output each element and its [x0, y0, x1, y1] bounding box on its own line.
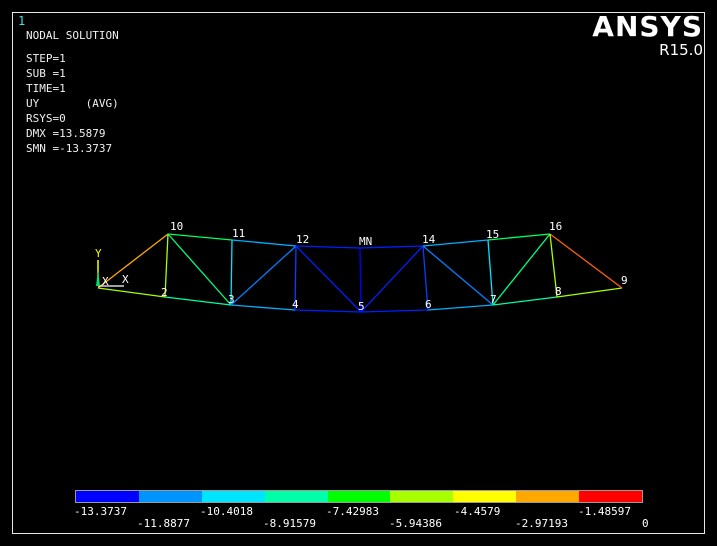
element-line	[360, 245, 424, 313]
node-label: 4	[292, 298, 299, 311]
node-label: 3	[228, 293, 235, 306]
legend-color-band	[264, 491, 328, 502]
element-line	[492, 233, 551, 306]
element-line	[164, 296, 232, 306]
node-label: 16	[549, 220, 563, 233]
legend-value: -13.3737	[74, 505, 127, 518]
element-line	[549, 233, 623, 289]
triad-z-marker	[96, 270, 100, 286]
element-line	[295, 245, 362, 313]
legend-value: -11.8877	[137, 517, 190, 530]
legend-color-band	[579, 491, 643, 502]
node-label: 11	[232, 227, 246, 240]
legend-color-band	[390, 491, 454, 502]
legend-value: -2.97193	[515, 517, 568, 530]
element-line	[294, 309, 362, 313]
element-line	[97, 287, 166, 298]
element-line	[167, 233, 233, 241]
legend-value: -8.91579	[263, 517, 316, 530]
legend-value: -10.4018	[200, 505, 253, 518]
node-label: 15	[486, 228, 500, 241]
legend-value: -7.42983	[326, 505, 379, 518]
legend-color-band	[516, 491, 580, 502]
node-label: 10	[170, 220, 184, 233]
node-label: 6	[425, 298, 432, 311]
node-label: 9	[621, 274, 628, 287]
element-line	[422, 245, 494, 306]
triad-origin-label: X	[102, 275, 109, 288]
legend-value: -5.94386	[389, 517, 442, 530]
element-line	[492, 296, 558, 306]
element-line	[556, 287, 623, 298]
node-label: 8	[555, 285, 562, 298]
legend-value: -1.48597	[578, 505, 631, 518]
node-label: 5	[358, 300, 365, 313]
triad-y-label: Y	[95, 247, 102, 260]
node-label-mn: MN	[359, 235, 373, 248]
element-line	[167, 233, 232, 306]
node-label: 12	[296, 233, 310, 246]
legend-value: 0	[642, 517, 649, 530]
legend-color-band	[453, 491, 517, 502]
element-line	[230, 304, 296, 311]
element-line	[295, 245, 361, 249]
element-line	[231, 239, 297, 247]
legend-color-band	[138, 491, 202, 502]
node-label: 14	[422, 233, 436, 246]
element-line	[360, 309, 429, 313]
legend-value: -4.4579	[454, 505, 501, 518]
legend-color-band	[327, 491, 391, 502]
legend-color-band	[76, 491, 139, 502]
legend-color-band	[201, 491, 265, 502]
element-line	[230, 245, 297, 306]
element-line	[427, 304, 494, 311]
contour-legend-bar	[75, 490, 643, 503]
node-label: 2	[161, 286, 168, 299]
truss-model-view[interactable]	[0, 0, 717, 546]
node-label: 7	[490, 293, 497, 306]
triad-x-label: X	[122, 273, 129, 286]
